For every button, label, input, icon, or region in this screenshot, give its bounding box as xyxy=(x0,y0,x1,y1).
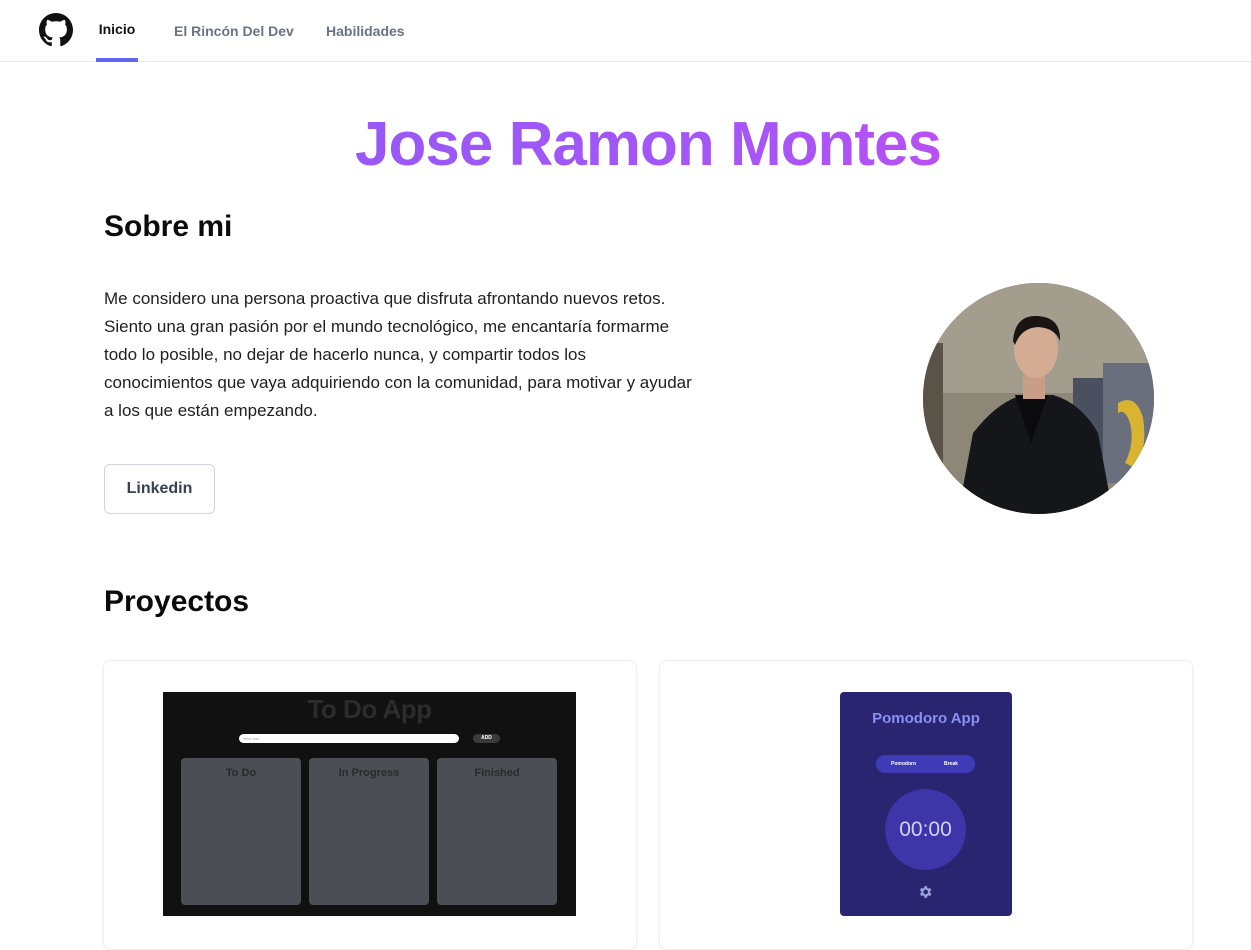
about-heading: Sobre mi xyxy=(104,210,233,243)
tab-habilidades-label: Habilidades xyxy=(326,23,405,39)
todo-app-title: To Do App xyxy=(307,694,432,724)
todo-app-preview: To Do App New task ADD To Do In Progress… xyxy=(163,692,576,916)
todo-column: In Progress xyxy=(309,758,429,905)
active-tab-indicator xyxy=(96,58,138,62)
todo-column-label: Finished xyxy=(474,767,520,779)
pomodoro-app-preview: Pomodoro App Pomodoro Break 00:00 xyxy=(840,692,1012,916)
tab-rincon-label: El Rincón Del Dev xyxy=(174,23,294,39)
todo-column: Finished xyxy=(437,758,557,905)
projects-heading: Proyectos xyxy=(104,585,250,618)
pomodoro-app-title: Pomodoro App xyxy=(872,710,980,727)
github-icon[interactable] xyxy=(39,13,73,47)
project-card-pomodoro[interactable]: Pomodoro App Pomodoro Break 00:00 xyxy=(659,660,1193,950)
tab-inicio-label: Inicio xyxy=(98,21,136,37)
project-card-todo[interactable]: To Do App New task ADD To Do In Progress… xyxy=(103,660,637,950)
linkedin-button[interactable]: Linkedin xyxy=(104,464,215,514)
pomodoro-option: Pomodoro xyxy=(891,761,916,767)
page-title: Jose Ramon Montes xyxy=(0,105,1251,185)
top-nav: Inicio El Rincón Del Dev Habilidades xyxy=(0,0,1251,62)
todo-add-preview: ADD xyxy=(473,734,500,743)
todo-column-label: In Progress xyxy=(338,767,400,779)
pomodoro-timer: 00:00 xyxy=(885,789,966,870)
tab-inicio[interactable]: Inicio xyxy=(96,0,138,62)
avatar xyxy=(923,283,1154,514)
profile-photo xyxy=(923,283,1154,514)
break-option: Break xyxy=(944,761,958,767)
todo-input-preview: New task xyxy=(239,734,459,743)
gear-icon xyxy=(919,886,932,898)
todo-column-label: To Do xyxy=(225,767,257,779)
tab-el-rincon-del-dev[interactable]: El Rincón Del Dev xyxy=(174,0,294,62)
todo-column: To Do xyxy=(181,758,301,905)
tab-habilidades[interactable]: Habilidades xyxy=(326,0,405,62)
about-description: Me considero una persona proactiva que d… xyxy=(104,289,692,420)
pomodoro-toggle-preview: Pomodoro Break xyxy=(876,755,975,773)
